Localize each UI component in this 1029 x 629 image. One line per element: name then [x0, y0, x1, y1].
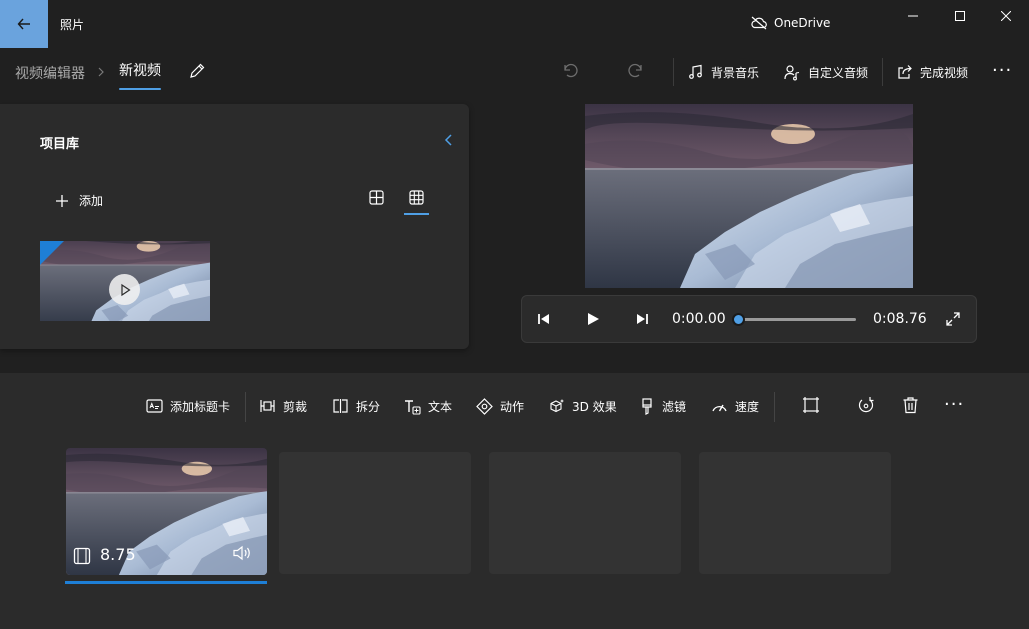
landscape-image [585, 104, 913, 288]
motion-button[interactable]: 动作 [476, 396, 524, 416]
crop-remove-black-bars-button[interactable] [802, 396, 820, 414]
trim-icon [260, 400, 275, 412]
onedrive-status[interactable]: OneDrive [750, 16, 830, 30]
speed-icon [712, 404, 727, 411]
current-time: 0:00.00 [672, 311, 726, 327]
redo-button[interactable] [627, 62, 645, 80]
tool-label: 3D 效果 [572, 399, 617, 414]
custom-audio-button[interactable]: 自定义音频 [784, 60, 868, 84]
fullscreen-button[interactable] [945, 311, 961, 327]
more-options-button[interactable]: ··· [992, 58, 1012, 82]
clip-selected-indicator [65, 581, 267, 584]
small-grid-view-button[interactable] [409, 190, 424, 205]
person-audio-icon [784, 64, 800, 80]
clip-duration: 8.75 [100, 545, 136, 564]
previous-frame-button[interactable] [536, 311, 552, 327]
add-media-button[interactable]: 添加 [55, 192, 103, 209]
finish-video-label: 完成视频 [920, 65, 969, 80]
arrow-left-icon [17, 18, 30, 30]
cloud-off-icon [751, 16, 767, 30]
motion-icon [476, 397, 493, 415]
minimize-button[interactable] [890, 0, 936, 32]
storyboard-more-button[interactable]: ··· [944, 394, 964, 415]
play-preview-button[interactable] [109, 274, 140, 305]
volume-button[interactable] [233, 545, 253, 561]
rotate-button[interactable] [857, 396, 875, 414]
maximize-icon [955, 11, 965, 21]
toolbar-divider [774, 392, 775, 422]
text-icon [405, 399, 421, 415]
commandbar-divider [673, 58, 674, 86]
add-title-card-button[interactable]: 添加标题卡 [146, 396, 230, 416]
tool-label: 添加标题卡 [170, 399, 231, 414]
filters-button[interactable]: 滤镜 [640, 396, 686, 416]
undo-button[interactable] [561, 62, 579, 80]
tool-label: 文本 [428, 399, 453, 414]
background-music-label: 背景音乐 [711, 65, 760, 80]
back-button[interactable] [0, 0, 48, 48]
added-to-storyboard-marker [40, 241, 64, 265]
next-frame-button[interactable] [634, 311, 650, 327]
play-button[interactable] [585, 311, 601, 327]
chevron-right-icon [98, 67, 104, 77]
film-frame-icon [73, 547, 91, 565]
project-library-title: 项目库 [40, 137, 80, 152]
tool-label: 拆分 [356, 399, 381, 414]
tool-label: 滤镜 [662, 399, 687, 414]
tool-label: 剪裁 [283, 399, 308, 414]
tool-label: 动作 [500, 399, 525, 414]
breadcrumb-video-editor[interactable]: 视频编辑器 [15, 63, 85, 83]
plus-icon [56, 194, 68, 207]
commandbar-divider [882, 58, 883, 86]
delete-button[interactable] [902, 396, 919, 414]
music-note-icon [689, 64, 702, 79]
video-preview [585, 104, 913, 288]
trim-button[interactable]: 剪裁 [259, 396, 307, 416]
app-title: 照片 [60, 18, 85, 32]
play-icon [120, 283, 131, 296]
empty-storyboard-slot [279, 452, 471, 574]
close-button[interactable] [983, 0, 1029, 32]
empty-storyboard-slot [489, 452, 681, 574]
text-button[interactable]: 文本 [403, 396, 452, 416]
split-icon [333, 399, 348, 413]
breadcrumb-current-project: 新视频 [119, 63, 161, 79]
seek-track[interactable] [738, 318, 856, 321]
tool-label: 速度 [735, 399, 760, 414]
close-icon [1001, 11, 1011, 21]
minimize-icon [908, 15, 918, 17]
3d-effects-icon [550, 398, 564, 412]
collapse-library-button[interactable] [443, 133, 455, 147]
finish-video-button[interactable]: 完成视频 [897, 60, 968, 84]
edit-name-button[interactable] [188, 62, 206, 80]
empty-storyboard-slot [699, 452, 891, 574]
view-selected-indicator [404, 213, 429, 215]
split-button[interactable]: 拆分 [332, 396, 380, 416]
toolbar-divider [245, 392, 246, 422]
breadcrumb-current-indicator [119, 88, 161, 90]
onedrive-label: OneDrive [774, 16, 831, 30]
add-media-label: 添加 [79, 194, 104, 208]
3d-effects-button[interactable]: 3D 效果 [548, 396, 617, 416]
filter-icon [642, 397, 652, 415]
large-grid-view-button[interactable] [369, 190, 384, 205]
seek-thumb[interactable] [732, 313, 745, 326]
background-music-button[interactable]: 背景音乐 [688, 60, 759, 84]
speed-button[interactable]: 速度 [711, 396, 759, 416]
share-export-icon [898, 65, 912, 79]
custom-audio-label: 自定义音频 [808, 65, 869, 80]
title-card-icon [146, 399, 163, 413]
total-time: 0:08.76 [873, 311, 927, 327]
maximize-button[interactable] [937, 0, 983, 32]
